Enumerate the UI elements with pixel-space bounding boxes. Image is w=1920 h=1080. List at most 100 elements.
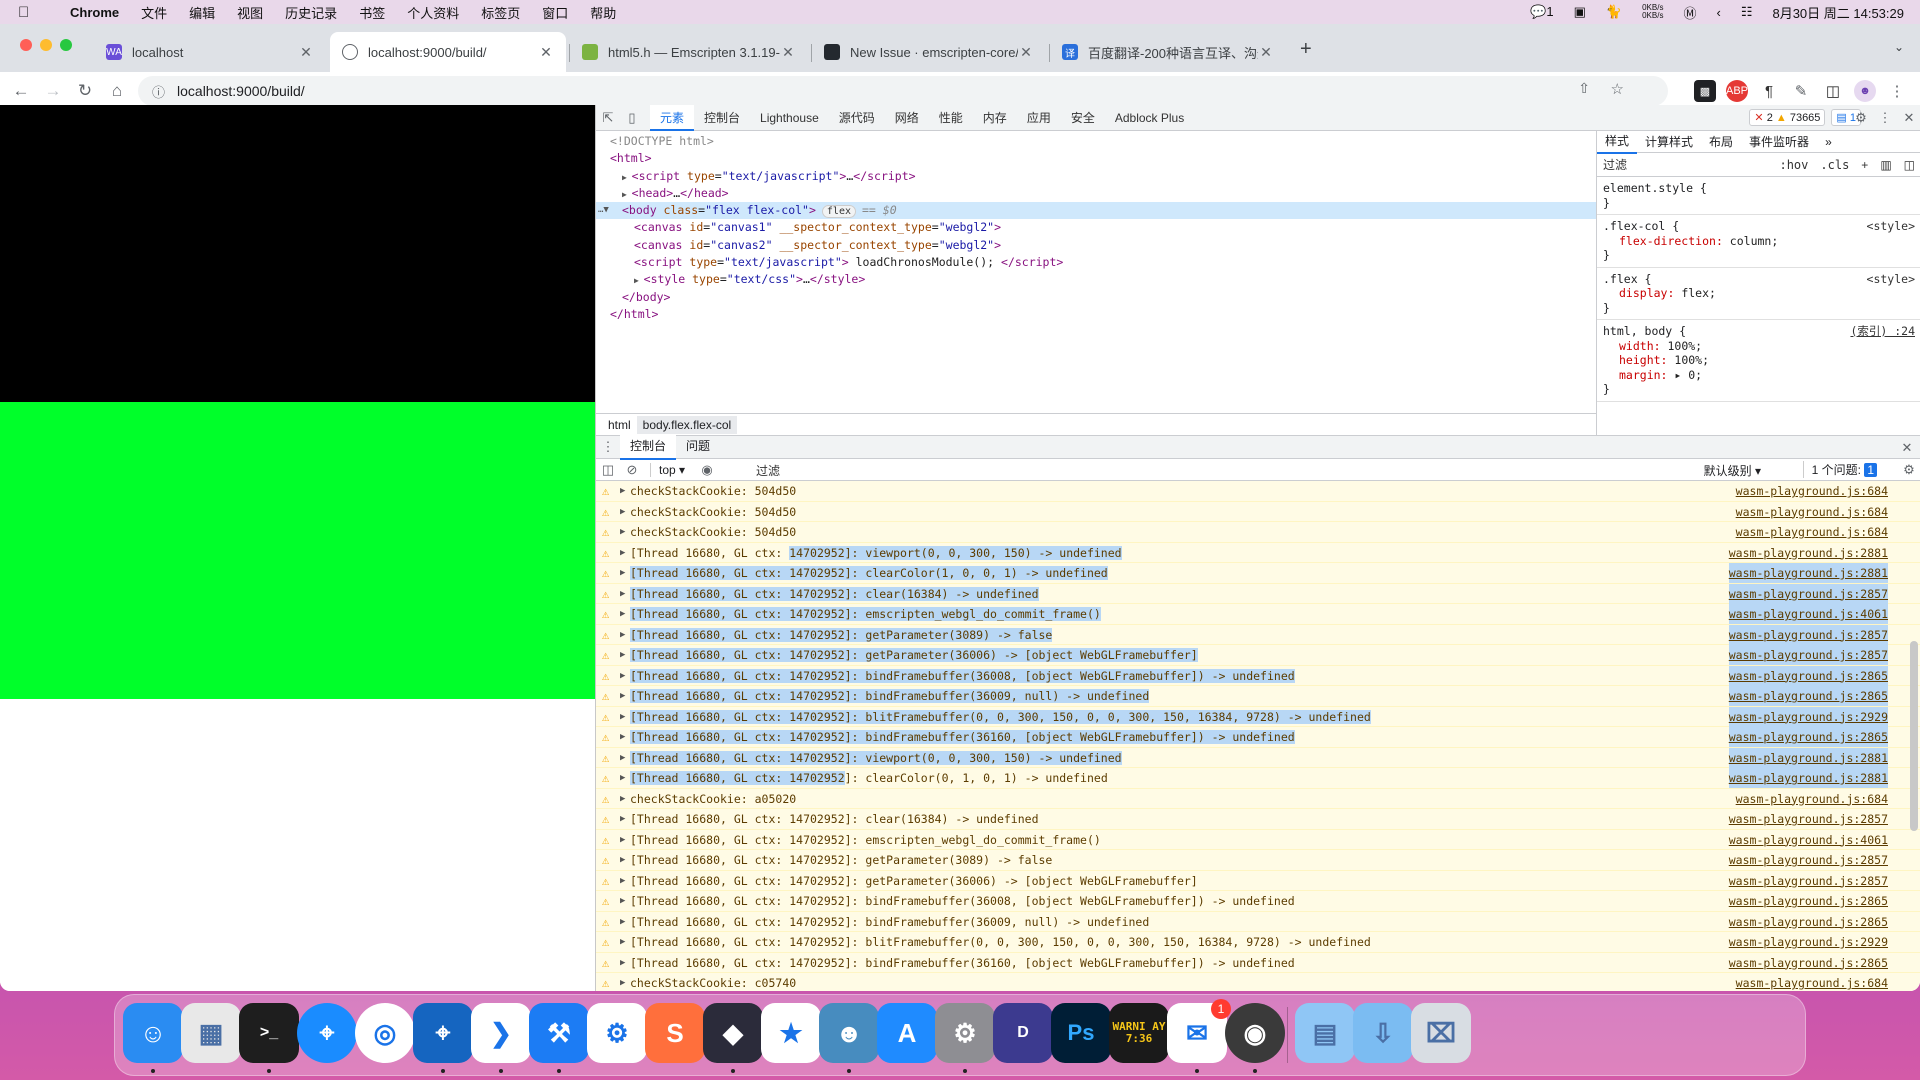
expand-triangle-icon[interactable]: ▶ <box>620 871 625 891</box>
device-toolbar-icon[interactable]: ▯ <box>620 106 644 130</box>
close-window-button[interactable] <box>20 39 32 51</box>
expand-triangle-icon[interactable]: ▶ <box>622 190 632 199</box>
devtools-tab[interactable]: 控制台 <box>694 105 750 131</box>
expand-triangle-icon[interactable]: ▶ <box>620 768 625 788</box>
source-link[interactable]: wasm-playground.js:2881 <box>1728 768 1888 788</box>
style-rule[interactable]: .flex {<style> display: flex;} <box>1597 268 1920 320</box>
console-settings-gear-icon[interactable]: ⚙ <box>1897 458 1920 482</box>
dom-node[interactable]: ▶ <script type="text/javascript">…</scri… <box>596 168 1596 185</box>
disk-utility-icon[interactable]: ◉ <box>1225 1003 1285 1063</box>
style-rule[interactable]: element.style {} <box>1597 177 1920 215</box>
style-property[interactable]: margin: ▸ 0; <box>1603 368 1915 383</box>
more-dots-icon[interactable]: …▼ <box>598 202 609 219</box>
app-store-icon[interactable]: A <box>877 1003 937 1063</box>
expand-triangle-icon[interactable]: ▶ <box>620 789 625 809</box>
live-expression-eye-icon[interactable]: ◉ <box>695 458 719 482</box>
menu-item[interactable]: 文件 <box>141 3 167 22</box>
safari-icon[interactable]: ⌖ <box>297 1003 357 1063</box>
console-message[interactable]: ⚠ ▶ [Thread 16680, GL ctx: 14702952]: clea… <box>596 768 1920 789</box>
console-message[interactable]: ⚠ ▶ [Thread 16680, GL ctx: 14702952]: getP… <box>596 871 1920 891</box>
s-app-icon[interactable]: Ⓜ <box>1683 3 1696 22</box>
share-icon[interactable]: ⇧ <box>1578 80 1590 97</box>
flex-badge[interactable]: flex <box>821 205 856 219</box>
console-message[interactable]: ⚠ ▶ [Thread 16680, GL ctx: 14702952]: view… <box>596 747 1920 768</box>
source-link[interactable]: wasm-playground.js:2881 <box>1729 543 1888 563</box>
expand-triangle-icon[interactable]: ▶ <box>620 891 625 911</box>
log-level-select[interactable]: 默认级别 ▾ <box>1704 462 1761 479</box>
source-link[interactable]: wasm-playground.js:2865 <box>1729 891 1888 911</box>
browser-tab[interactable]: localhost:9000/build/ ✕ <box>330 32 566 72</box>
devtools-tab[interactable]: 元素 <box>650 104 695 131</box>
expand-triangle-icon[interactable]: ▶ <box>620 912 625 932</box>
console-message[interactable]: ⚠ ▶ [Thread 16680, GL ctx: 14702952]: getP… <box>596 645 1920 666</box>
issues-counter[interactable]: 1 个问题: 1 <box>1802 461 1877 478</box>
cls-toggle[interactable]: .cls <box>1820 158 1849 172</box>
dom-node[interactable]: <script type="text/javascript"> loadChro… <box>596 254 1596 271</box>
devtools-tab[interactable]: Lighthouse <box>750 105 829 131</box>
more-tabs-icon[interactable]: » <box>1817 131 1840 153</box>
menu-item[interactable]: 历史记录 <box>285 3 337 22</box>
pilcrow-extension-icon[interactable]: ¶ <box>1758 80 1780 102</box>
hov-toggle[interactable]: :hov <box>1779 158 1808 172</box>
back-icon[interactable]: ← <box>10 80 32 102</box>
source-link[interactable]: wasm-playground.js:2857 <box>1729 809 1888 829</box>
dom-node[interactable]: …▼ <body class="flex flex-col"> flex == $0 <box>596 202 1596 220</box>
devtools-tab[interactable]: 源代码 <box>829 105 885 131</box>
browser-tab[interactable]: New Issue · emscripten-core/e ✕ <box>812 32 1046 72</box>
expand-triangle-icon[interactable]: ▶ <box>620 727 625 747</box>
console-message[interactable]: ⚠ ▶ [Thread 16680, GL ctx: 14702952]: blit… <box>596 706 1920 727</box>
tab-search-icon[interactable]: ⌄ <box>1894 40 1904 54</box>
style-property[interactable]: width: 100%; <box>1603 339 1915 354</box>
zoom-window-button[interactable] <box>60 39 72 51</box>
breadcrumb-item[interactable]: body.flex.flex-col <box>636 415 738 434</box>
rule-source-link[interactable]: <style> <box>1867 219 1915 234</box>
close-devtools-icon[interactable]: ✕ <box>1897 106 1920 130</box>
console-filter-input[interactable]: 过滤 <box>756 462 1686 478</box>
console-warning-icon[interactable]: WARNI AY 7:36 <box>1109 1003 1169 1063</box>
add-rule-icon[interactable]: + <box>1861 158 1868 172</box>
error-badge[interactable]: ✕ 2 ▲ 73665 <box>1749 109 1826 126</box>
console-message[interactable]: ⚠ ▶ [Thread 16680, GL ctx: 14702952]: view… <box>596 543 1920 563</box>
styles-tab[interactable]: 计算样式 <box>1637 131 1701 153</box>
menu-item[interactable]: 帮助 <box>590 3 616 22</box>
cat-icon[interactable]: 🐈 <box>1606 4 1622 20</box>
system-preferences-icon[interactable]: ⚙ <box>935 1003 995 1063</box>
vscode-icon[interactable]: ❯ <box>471 1003 531 1063</box>
menu-item[interactable]: 窗口 <box>542 3 568 22</box>
expand-triangle-icon[interactable]: ▶ <box>620 748 625 768</box>
console-message[interactable]: ⚠ ▶ checkStackCookie: c05740 wasm-playgroun… <box>596 973 1920 991</box>
downloads-folder-icon[interactable]: ⇩ <box>1353 1003 1413 1063</box>
console-message[interactable]: ⚠ ▶ checkStackCookie: 504d50 wasm-playgroun… <box>596 502 1920 522</box>
minimize-window-button[interactable] <box>40 39 52 51</box>
expand-triangle-icon[interactable]: ▶ <box>620 686 625 706</box>
source-link[interactable]: wasm-playground.js:2865 <box>1729 953 1888 973</box>
source-link[interactable]: wasm-playground.js:4061 <box>1729 830 1888 850</box>
dom-node[interactable]: <html> <box>596 150 1596 167</box>
dom-node[interactable]: </html> <box>596 306 1596 323</box>
devtools-tab[interactable]: 网络 <box>885 105 929 131</box>
apple-icon[interactable]:  <box>18 4 40 21</box>
tab-close-icon[interactable]: ✕ <box>538 44 554 61</box>
expand-triangle-icon[interactable]: ▶ <box>620 481 625 501</box>
finder-icon[interactable]: ☺ <box>123 1003 183 1063</box>
browser-tab[interactable]: html5.h — Emscripten 3.1.19-g ✕ <box>570 32 808 72</box>
devtools-tab[interactable]: 性能 <box>929 105 973 131</box>
new-tab-button[interactable]: + <box>1300 38 1312 61</box>
source-link[interactable]: wasm-playground.js:2865 <box>1728 686 1888 706</box>
console-scrollbar[interactable] <box>1910 481 1918 991</box>
console-message[interactable]: ⚠ ▶ checkStackCookie: a05020 wasm-playgroun… <box>596 789 1920 809</box>
browser-tab[interactable]: 译百度翻译-200种语言互译、沟通 ✕ <box>1050 32 1286 72</box>
site-info-icon[interactable]: ⓘ <box>152 82 165 101</box>
more-menu-icon[interactable]: ⋮ <box>1886 80 1908 102</box>
expand-triangle-icon[interactable]: ▶ <box>620 850 625 870</box>
expand-triangle-icon[interactable]: ▶ <box>620 502 625 522</box>
dom-node[interactable]: </body> <box>596 289 1596 306</box>
paint-brush-icon[interactable]: ▥ <box>1880 158 1891 172</box>
menu-item[interactable]: 书签 <box>359 3 385 22</box>
expand-triangle-icon[interactable]: ▶ <box>620 932 625 952</box>
menu-item[interactable]: 视图 <box>237 3 263 22</box>
documents-folder-icon[interactable]: ▤ <box>1295 1003 1355 1063</box>
console-message[interactable]: ⚠ ▶ [Thread 16680, GL ctx: 14702952]: getP… <box>596 624 1920 645</box>
menu-item[interactable]: 编辑 <box>189 3 215 22</box>
breadcrumb-item[interactable]: html <box>602 416 637 434</box>
